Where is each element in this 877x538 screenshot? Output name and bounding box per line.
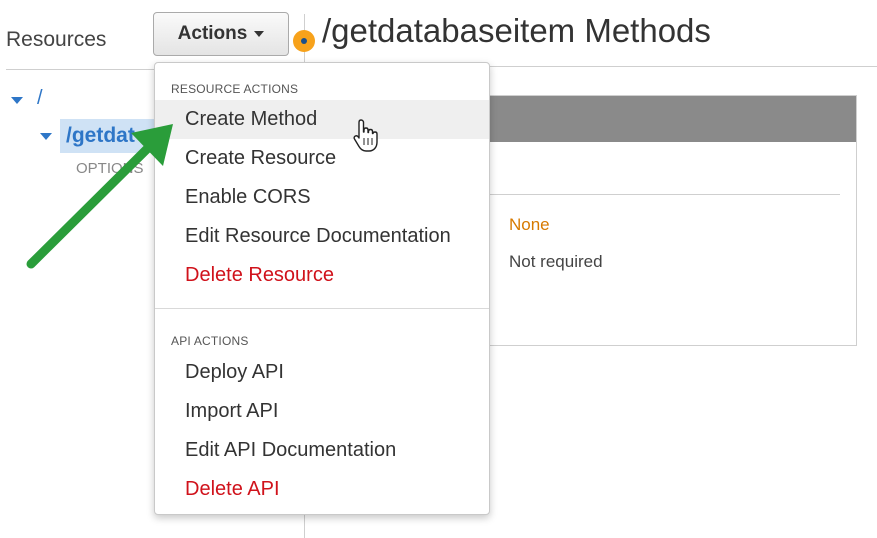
hand-cursor-icon <box>353 119 378 152</box>
tree-item-root[interactable]: / <box>37 87 43 110</box>
tree-item-options[interactable]: OPTIONS <box>76 160 144 177</box>
tree-caret-icon[interactable] <box>11 97 23 104</box>
resources-title: Resources <box>6 28 107 51</box>
method-panel: s : None Not required <box>470 95 857 346</box>
status-dot-icon <box>293 30 315 52</box>
menu-heading-api-actions: API ACTIONS <box>171 334 249 348</box>
tree-caret-icon[interactable] <box>40 133 52 140</box>
authorization-value: None <box>509 215 550 234</box>
menu-item-create-resource[interactable]: Create Resource <box>155 139 489 178</box>
tree-item-getdatabaseitem[interactable]: /getdat <box>66 124 135 148</box>
menu-item-delete-api[interactable]: Delete API <box>155 470 489 509</box>
menu-item-delete-resource[interactable]: Delete Resource <box>155 256 489 295</box>
actions-dropdown-menu: RESOURCE ACTIONS Create Method Create Re… <box>154 62 490 515</box>
actions-button[interactable]: Actions <box>153 12 289 56</box>
page-title: /getdatabaseitem Methods <box>322 12 711 49</box>
menu-item-edit-api-documentation[interactable]: Edit API Documentation <box>155 431 489 470</box>
menu-item-edit-resource-documentation[interactable]: Edit Resource Documentation <box>155 217 489 256</box>
menu-item-import-api[interactable]: Import API <box>155 392 489 431</box>
method-panel-divider <box>485 194 840 195</box>
api-key-value: Not required <box>509 252 603 271</box>
actions-button-label: Actions <box>177 23 248 44</box>
method-panel-header: s <box>471 96 856 142</box>
caret-down-icon <box>254 31 265 37</box>
menu-separator <box>155 308 489 309</box>
menu-item-deploy-api[interactable]: Deploy API <box>155 353 489 392</box>
menu-heading-resource-actions: RESOURCE ACTIONS <box>171 82 299 96</box>
menu-item-create-method[interactable]: Create Method <box>155 100 489 139</box>
menu-item-enable-cors[interactable]: Enable CORS <box>155 178 489 217</box>
